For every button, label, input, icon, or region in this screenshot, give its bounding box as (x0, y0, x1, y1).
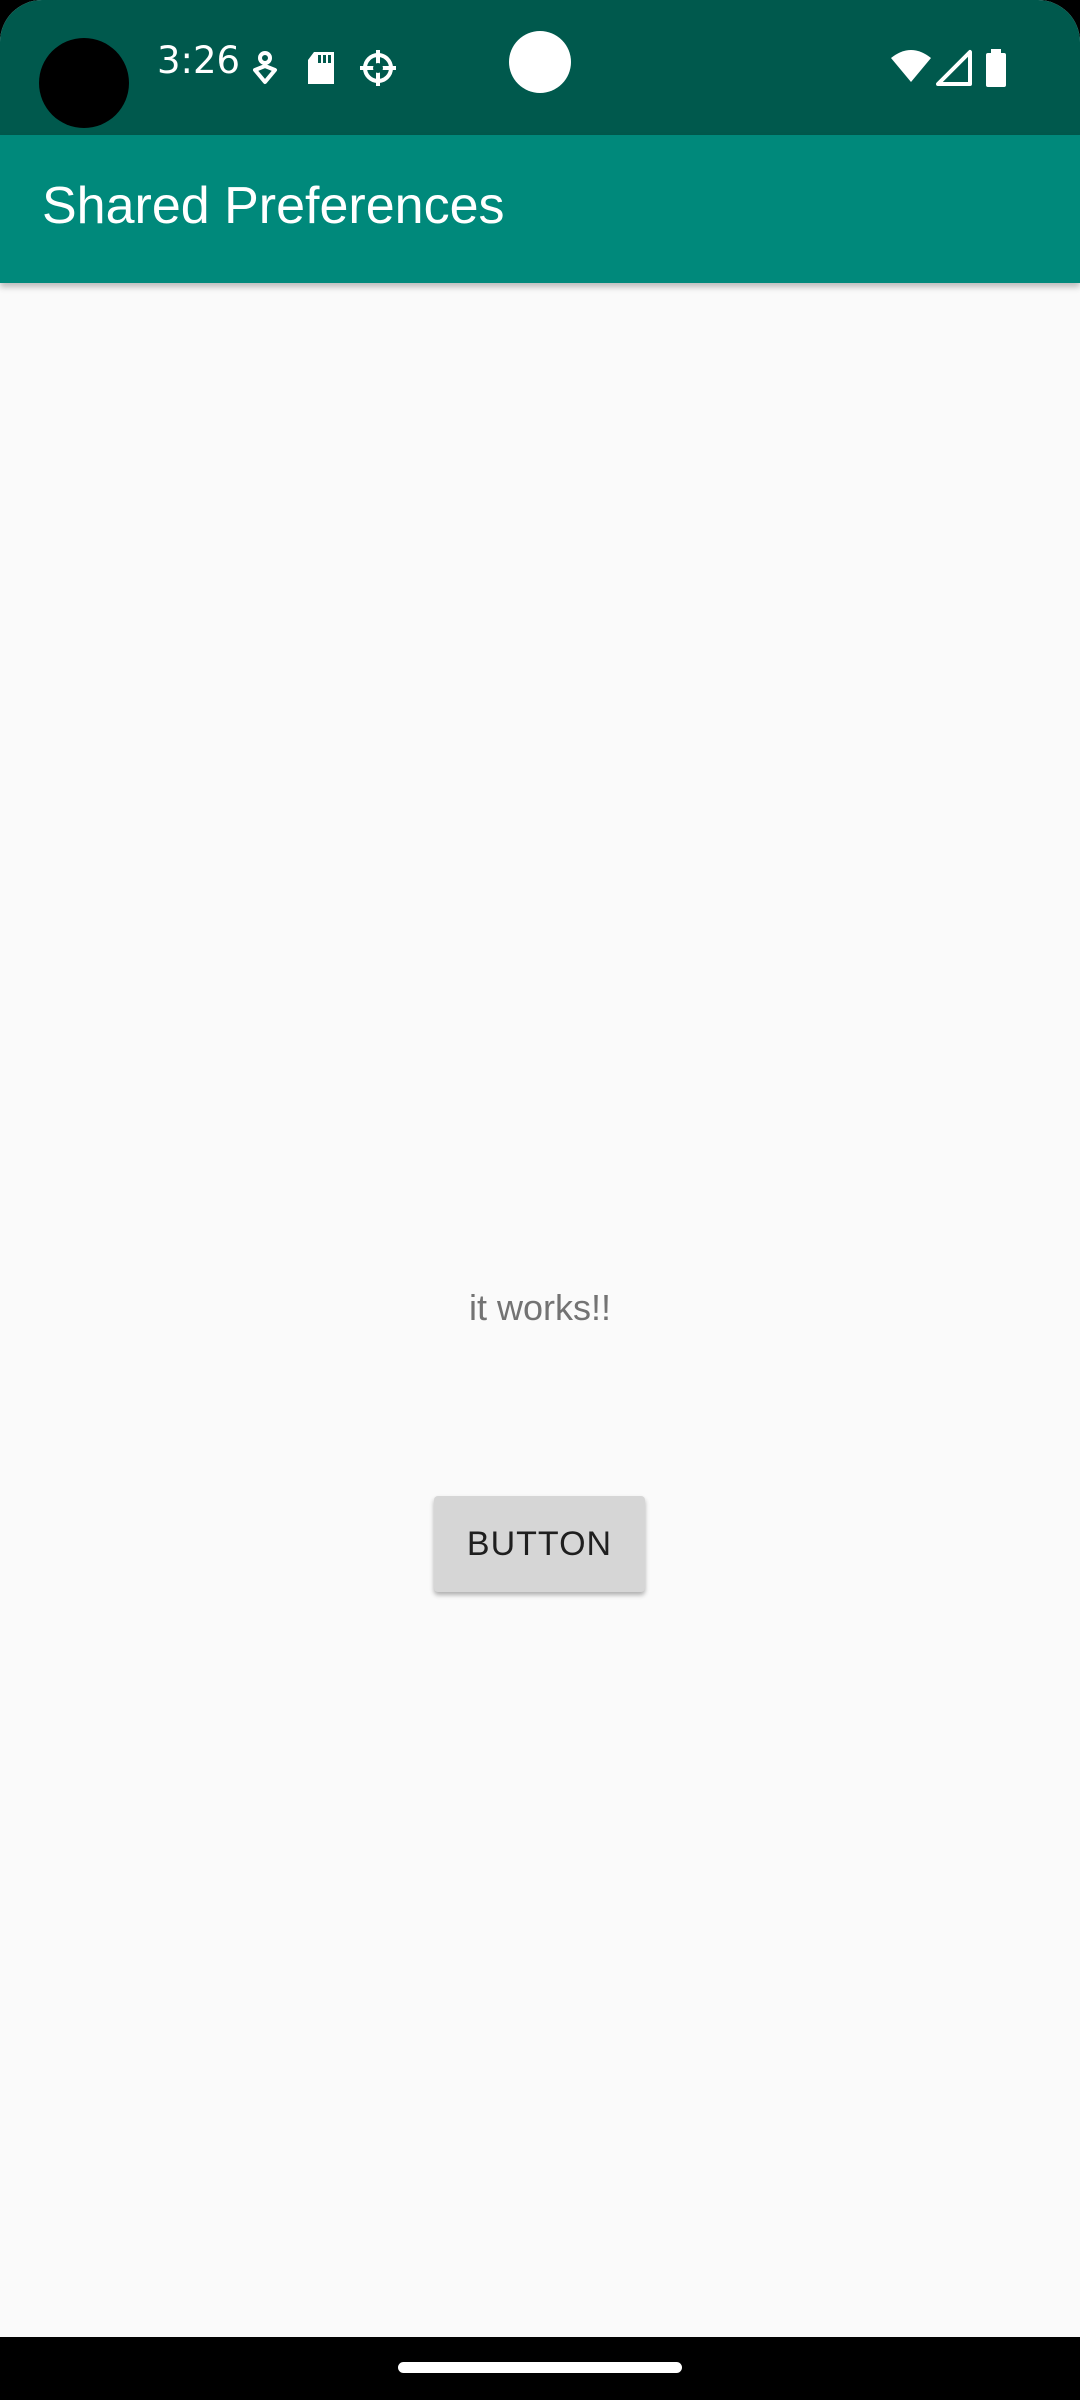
battery-icon (986, 49, 1006, 87)
cell-signal-icon (936, 50, 972, 86)
main-button[interactable]: BUTTON (434, 1496, 645, 1592)
message-text: it works!! (468, 1287, 611, 1328)
camera-cutout (39, 38, 129, 128)
phone-screen: 3:26 Shared Preferences it works!! BUTTO… (0, 0, 1080, 2400)
status-time: 3:26 (157, 39, 241, 82)
status-center-dot (509, 31, 571, 93)
home-gesture-handle[interactable] (398, 2362, 682, 2373)
app-title: Shared Preferences (42, 177, 505, 235)
sd-card-icon (308, 52, 334, 84)
settings-gear-icon (360, 50, 396, 86)
assistant-icon (253, 51, 277, 84)
wifi-icon (891, 50, 931, 82)
